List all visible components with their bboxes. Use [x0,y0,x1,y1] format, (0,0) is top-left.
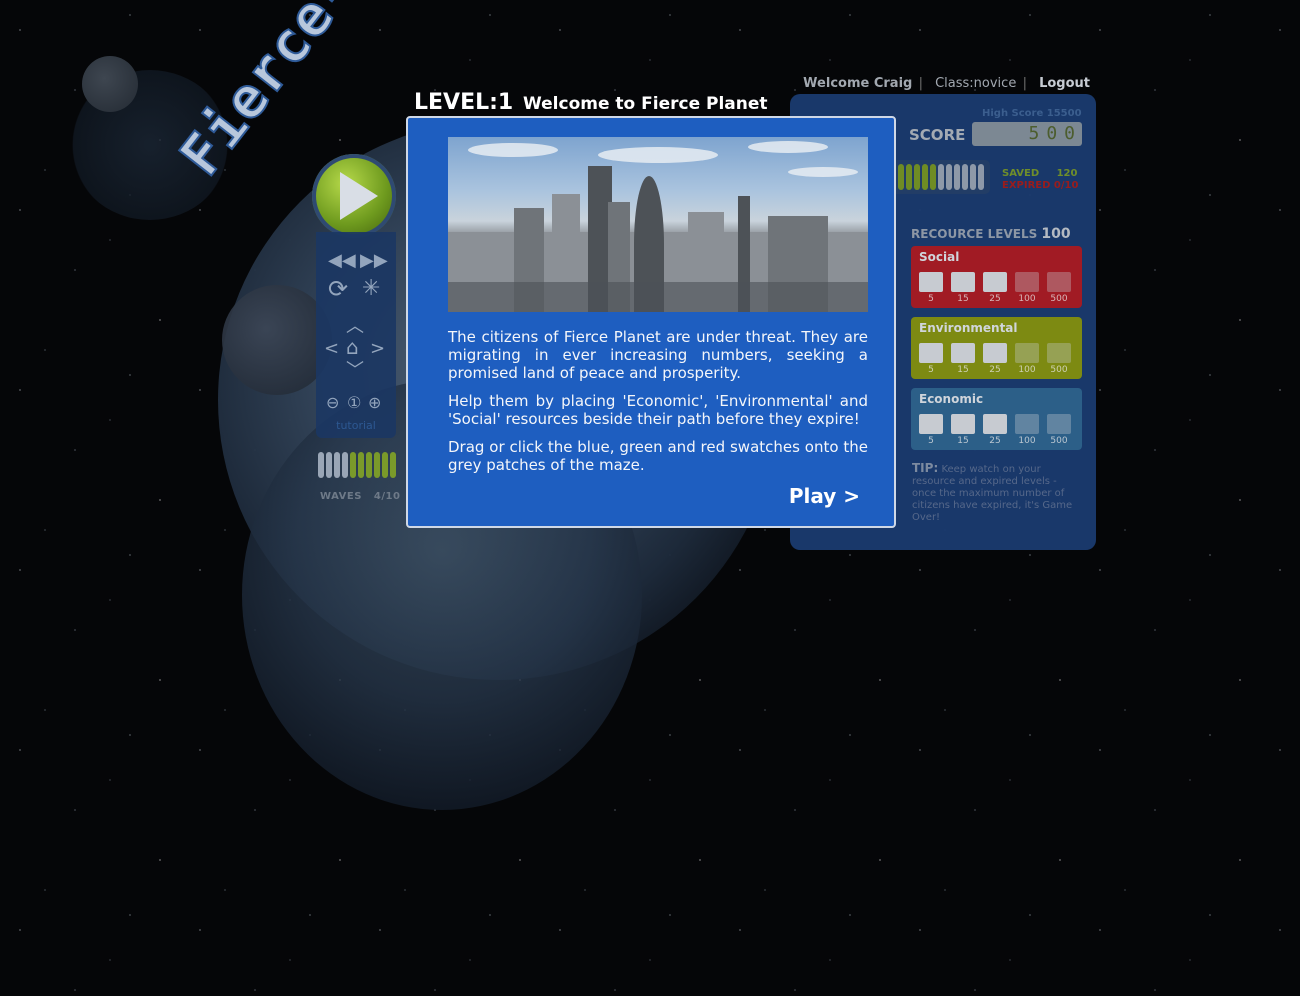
resource-levels-value: 100 [1041,226,1071,242]
resource-swatch[interactable] [1015,272,1039,292]
resource-group-name: Economic [919,392,984,406]
resource-swatch[interactable] [951,272,975,292]
level-intro-dialog: The citizens of Fierce Planet are under … [406,116,896,528]
control-panel: ◀◀ ▶▶ ⟳ ✳ ︿ < ⌂ > ﹀ ⊖ ① ⊕ tutorial [316,232,396,438]
background-moon [82,56,138,112]
resource-level: 25 [989,294,1001,304]
pan-up-icon[interactable]: ︿ [346,318,364,336]
resource-swatch[interactable] [983,343,1007,363]
class-label: Class:novice [935,76,1017,91]
resource-level: 500 [1050,294,1068,304]
resource-level: 5 [928,436,934,446]
level-title: Welcome to Fierce Planet [523,94,768,114]
resource-group-name: Environmental [919,321,1018,335]
rewind-icon[interactable]: ◀◀ [328,252,356,270]
settings-icon[interactable]: ✳ [362,278,380,300]
high-score: High Score 15500 [982,108,1082,119]
fast-forward-icon[interactable]: ▶▶ [360,252,388,270]
intro-paragraph: The citizens of Fierce Planet are under … [448,328,868,382]
waves-value: 4/10 [373,491,401,502]
home-icon[interactable]: ⌂ [346,337,359,357]
resource-group-name: Social [919,250,960,264]
zoom-out-icon[interactable]: ⊖ [326,394,339,412]
resource-level: 25 [989,436,1001,446]
pan-right-icon[interactable]: > [370,340,385,358]
resource-level: 5 [928,294,934,304]
resource-level: 500 [1050,365,1068,375]
resource-swatch[interactable] [1015,414,1039,434]
resource-swatch[interactable] [951,343,975,363]
resource-level: 100 [1018,365,1036,375]
logout-link[interactable]: Logout [1039,76,1090,91]
score-label: SCORE [909,126,966,144]
user-bar: Welcome Craig | Class:novice | Logout [803,76,1090,91]
saved-progress-bar [896,160,990,194]
resource-swatch[interactable] [1047,272,1071,292]
pan-down-icon[interactable]: ﹀ [346,362,364,380]
resource-level: 100 [1018,436,1036,446]
tutorial-link[interactable]: tutorial [316,419,396,432]
economic-resource-group: Economic 5 15 25 100 500 [911,388,1082,450]
resource-swatch[interactable] [919,414,943,434]
intro-paragraph: Drag or click the blue, green and red sw… [448,438,868,474]
play-button[interactable] [312,154,396,238]
resource-swatch[interactable] [983,272,1007,292]
resource-swatch[interactable] [951,414,975,434]
intro-paragraph: Help them by placing 'Economic', 'Enviro… [448,392,868,428]
resource-level: 500 [1050,436,1068,446]
tip-text: TIP: Keep watch on your resource and exp… [912,461,1073,523]
resource-level: 25 [989,365,1001,375]
social-resource-group: Social 5 15 25 100 500 [911,246,1082,308]
resource-level: 5 [928,365,934,375]
resource-level: 15 [957,436,969,446]
waves-label: WAVES 4/10 [320,491,401,502]
resource-swatch[interactable] [1047,414,1071,434]
restart-icon[interactable]: ⟳ [328,277,348,301]
resource-swatch[interactable] [1015,343,1039,363]
environmental-resource-group: Environmental 5 15 25 100 500 [911,317,1082,379]
level-indicator: LEVEL:1 [414,90,514,115]
resource-levels-title: RECOURCE LEVELS 100 [911,226,1071,242]
city-skyline-image [448,137,868,312]
zoom-reset-icon[interactable]: ① [347,394,361,412]
play-icon [340,172,378,220]
resource-level: 15 [957,294,969,304]
play-link[interactable]: Play > [789,484,860,508]
resource-swatch[interactable] [919,343,943,363]
pan-left-icon[interactable]: < [324,340,339,358]
waves-progress-bar [318,452,414,482]
resource-level: 100 [1018,294,1036,304]
resource-swatch[interactable] [1047,343,1071,363]
expired-count: EXPIRED 0/10 [1002,180,1079,191]
resource-level: 15 [957,365,969,375]
resource-swatch[interactable] [983,414,1007,434]
saved-count: SAVED 120 [1002,168,1078,179]
resource-swatch[interactable] [919,272,943,292]
score-value: 500 [972,122,1082,146]
zoom-in-icon[interactable]: ⊕ [368,394,381,412]
welcome-text: Welcome Craig [803,76,913,91]
